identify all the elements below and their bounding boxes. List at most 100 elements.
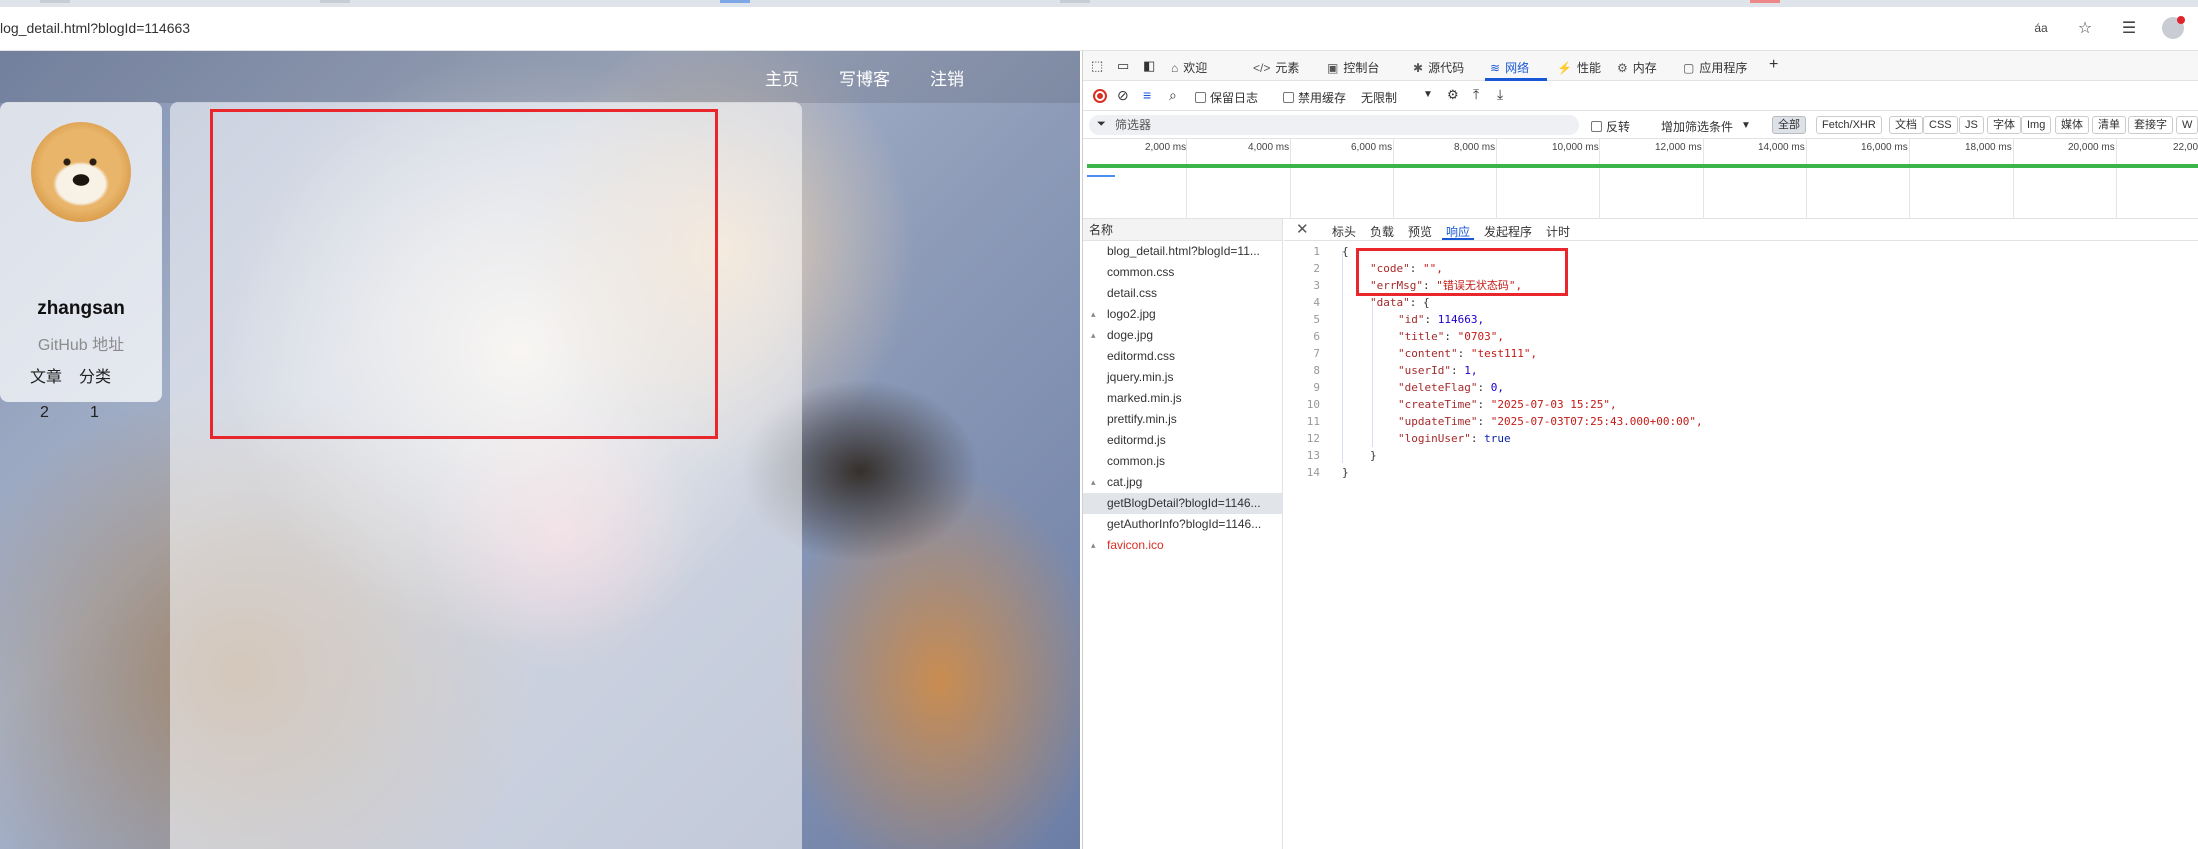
chip-js[interactable]: JS [1959, 116, 1984, 134]
favorite-star-icon[interactable]: ☆ [2074, 18, 2096, 38]
line-number: 1 [1313, 245, 1320, 258]
upload-icon[interactable]: ⤒ [1473, 86, 1479, 103]
tab-timing[interactable]: 计时 [1546, 223, 1570, 240]
chip-media[interactable]: 媒体 [2055, 116, 2089, 134]
chip-socket[interactable]: 套接字 [2128, 116, 2173, 134]
line-text: "deleteFlag": 0, [1398, 381, 1504, 394]
timeline-tick: 14,000 ms [1758, 142, 1805, 153]
add-tab-icon[interactable]: + [1769, 56, 1778, 74]
throttle-select[interactable]: 无限制 [1361, 89, 1397, 106]
request-row[interactable]: ▴ cat.jpg [1083, 472, 1283, 493]
tab-application[interactable]: ▢ 应用程序 [1683, 59, 1747, 76]
bug-icon: ✱ [1413, 60, 1424, 75]
nav-logout-link[interactable]: 注销 [930, 65, 964, 90]
tab-network[interactable]: ≋ 网络 [1490, 59, 1529, 76]
request-row[interactable]: getBlogDetail?blogId=1146... [1083, 493, 1283, 514]
code-line: 5 "id": 114663, [1284, 311, 2184, 328]
dock-side-icon[interactable]: ◧ [1143, 58, 1155, 74]
chip-css[interactable]: CSS [1923, 116, 1958, 134]
inspect-icon[interactable]: ⬚ [1091, 58, 1103, 74]
url-text[interactable]: log_detail.html?blogId=114663 [0, 20, 190, 36]
line-text: "updateTime": "2025-07-03T07:25:43.000+0… [1398, 415, 1703, 428]
timeline-request-bar [1087, 175, 1115, 177]
network-conditions-icon[interactable]: ⚙ [1447, 87, 1459, 103]
line-number: 9 [1313, 381, 1320, 394]
nav-write-link[interactable]: 写博客 [839, 65, 890, 90]
download-icon[interactable]: ⤓ [1497, 86, 1503, 103]
home-icon: ⌂ [1171, 60, 1179, 75]
browser-tab-strip[interactable] [0, 0, 2198, 7]
profile-avatar-icon[interactable] [2162, 16, 2185, 39]
request-name: jquery.min.js [1107, 370, 1174, 384]
request-row[interactable]: editormd.css [1083, 346, 1283, 367]
request-row[interactable]: ▴ favicon.ico [1083, 535, 1283, 556]
request-row[interactable]: blog_detail.html?blogId=11... [1083, 241, 1283, 262]
request-row[interactable]: ▴ doge.jpg [1083, 325, 1283, 346]
request-row[interactable]: detail.css [1083, 283, 1283, 304]
name-column-header[interactable]: 名称 [1083, 219, 1282, 241]
clear-icon[interactable]: ⊘ [1117, 87, 1129, 104]
chip-manifest[interactable]: 清单 [2092, 116, 2126, 134]
chip-img[interactable]: Img [2021, 116, 2052, 134]
timeline-tick: 12,000 ms [1655, 142, 1702, 153]
invert-checkbox[interactable]: 反转 [1591, 118, 1630, 135]
top-nav: 主页 写博客 注销 [765, 65, 964, 90]
close-icon[interactable]: ✕ [1296, 220, 1309, 238]
tab-memory[interactable]: ⚙ 内存 [1617, 59, 1657, 76]
request-row[interactable]: marked.min.js [1083, 388, 1283, 409]
search-icon[interactable]: ⌕ [1169, 87, 1177, 104]
timeline-tick: 2,000 ms [1145, 142, 1187, 153]
address-bar[interactable]: log_detail.html?blogId=114663 áa ☆ ☰ [0, 7, 2198, 51]
code-line: 8 "userId": 1, [1284, 362, 2184, 379]
author-username: zhangsan [37, 298, 125, 319]
request-row[interactable]: jquery.min.js [1083, 367, 1283, 388]
chevron-down-icon[interactable]: ▼ [1741, 120, 1751, 131]
preserve-log-checkbox[interactable]: 保留日志 [1195, 89, 1258, 106]
request-name: detail.css [1107, 286, 1158, 300]
chip-all[interactable]: 全部 [1772, 116, 1806, 134]
chip-wasm[interactable]: W [2176, 116, 2198, 134]
record-icon[interactable] [1093, 89, 1107, 103]
request-row[interactable]: common.css [1083, 262, 1283, 283]
tab-headers[interactable]: 标头 [1332, 223, 1356, 240]
code-line: 14} [1284, 464, 2184, 481]
tab-elements[interactable]: </> 元素 [1253, 59, 1299, 76]
device-toolbar-icon[interactable]: ▭ [1117, 58, 1129, 74]
tab-indicator [1750, 0, 1780, 3]
line-number: 2 [1313, 262, 1320, 275]
chip-fetch-xhr[interactable]: Fetch/XHR [1816, 116, 1882, 134]
request-row[interactable]: getAuthorInfo?blogId=1146... [1083, 514, 1283, 535]
network-toolbar: ⊘ ≡ ⌕ 保留日志 禁用缓存 无限制 ▼ ⚙ ⤒ ⤓ [1083, 81, 2198, 111]
network-timeline[interactable]: 2,000 ms 4,000 ms 6,000 ms 8,000 ms 10,0… [1083, 139, 2198, 219]
tab-performance[interactable]: ⚡ 性能 [1557, 59, 1601, 76]
request-row[interactable]: ▴ logo2.jpg [1083, 304, 1283, 325]
devtools-tab-bar: ⬚ ▭ ◧ ⌂ 欢迎 </> 元素 ▣ 控制台 ✱ 源代码 ≋ 网络 ⚡ 性能 ⚙ 内存 ▢ 应… [1083, 51, 2198, 81]
tab-initiator[interactable]: 发起程序 [1484, 223, 1532, 240]
articles-label: 文章 [30, 369, 63, 386]
tab-welcome[interactable]: ⌂ 欢迎 [1171, 59, 1207, 76]
github-link[interactable]: GitHub 地址 [0, 331, 162, 355]
line-text: } [1342, 466, 1349, 479]
chip-font[interactable]: 字体 [1987, 116, 2021, 134]
nav-home-link[interactable]: 主页 [765, 65, 799, 90]
read-aloud-icon[interactable]: áa [2030, 21, 2052, 35]
tab-console[interactable]: ▣ 控制台 [1327, 59, 1379, 76]
request-row[interactable]: editormd.js [1083, 430, 1283, 451]
disable-cache-checkbox[interactable]: 禁用缓存 [1283, 89, 1346, 106]
line-text: { [1342, 245, 1349, 258]
blog-page: 主页 写博客 注销 zhangsan GitHub 地址 文章 分类 2 1 [0, 51, 1080, 849]
tab-preview[interactable]: 预览 [1408, 223, 1432, 240]
timeline-tick: 16,000 ms [1861, 142, 1908, 153]
filter-input[interactable]: 筛选器 [1089, 115, 1579, 135]
chip-doc[interactable]: 文档 [1889, 116, 1923, 134]
favorites-list-icon[interactable]: ☰ [2118, 18, 2140, 38]
filter-icon[interactable]: ≡ [1143, 87, 1151, 103]
timeline-tick: 6,000 ms [1351, 142, 1393, 153]
chevron-down-icon[interactable]: ▼ [1423, 89, 1433, 100]
line-number: 12 [1306, 432, 1320, 445]
tab-sources[interactable]: ✱ 源代码 [1413, 59, 1464, 76]
request-row[interactable]: common.js [1083, 451, 1283, 472]
tab-payload[interactable]: 负载 [1370, 223, 1394, 240]
request-row[interactable]: prettify.min.js [1083, 409, 1283, 430]
more-filters-dropdown[interactable]: 增加筛选条件 [1661, 118, 1733, 135]
